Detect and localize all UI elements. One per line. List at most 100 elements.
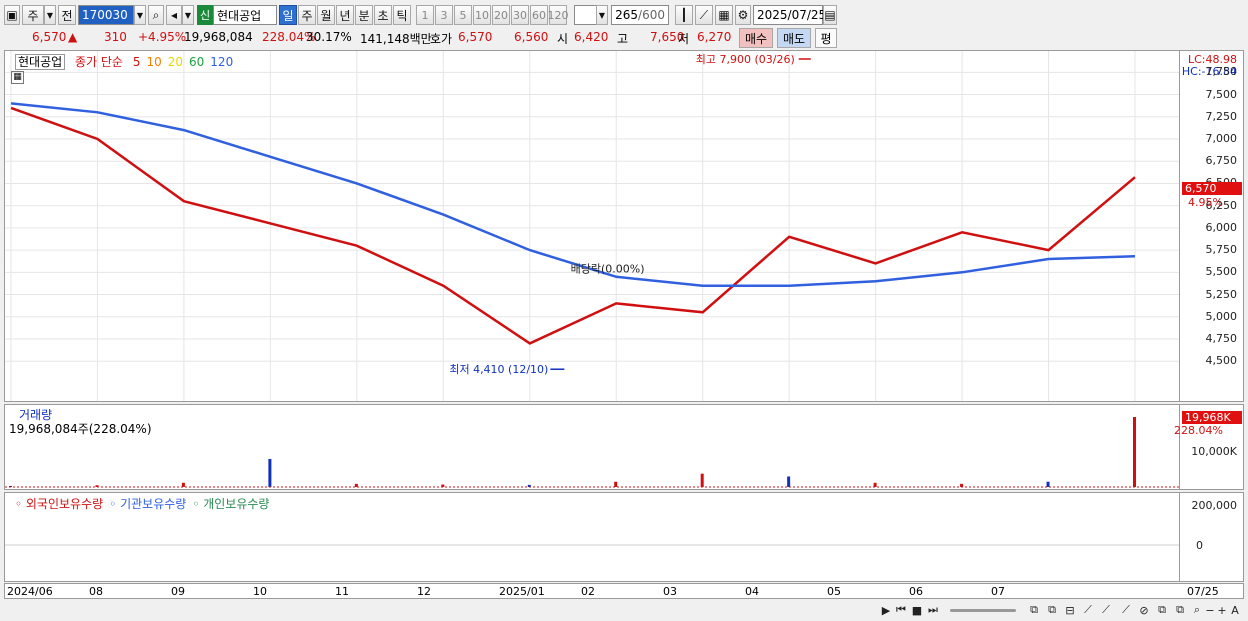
multiplier-button-3[interactable]: 3 — [435, 5, 453, 25]
date-tick-9: 04 — [745, 585, 759, 598]
font-size-icon[interactable]: A — [1228, 602, 1242, 618]
date-tick-12: 07 — [991, 585, 1005, 598]
layers-icon[interactable]: ⧉ — [1044, 602, 1060, 618]
speaker-dropdown-icon[interactable]: ▼ — [182, 5, 194, 25]
date-tick-10: 05 — [827, 585, 841, 598]
date-tick-3: 10 — [253, 585, 267, 598]
legend-series-label: 종가 단순 — [75, 55, 123, 69]
low-price: 6,270 — [697, 30, 732, 44]
play-icon[interactable]: ▶ — [880, 602, 892, 618]
period-button-2[interactable]: 월 — [317, 5, 335, 25]
ask-price: 6,570 — [458, 30, 493, 44]
period-button-1[interactable]: 주 — [298, 5, 316, 25]
search-icon[interactable]: ⌕ — [148, 5, 164, 25]
date-tick-11: 06 — [909, 585, 923, 598]
chevron-down-icon[interactable]: ▼ — [44, 5, 56, 25]
layout-icon[interactable]: ▣ — [4, 5, 20, 25]
trade-amount: 141,148백만 — [360, 32, 432, 46]
high-note: 최고 7,900 (03/26) — [696, 53, 795, 66]
price-tick-3: 7,000 — [1205, 132, 1238, 145]
open-label: 시 — [557, 32, 569, 46]
table-icon[interactable]: ▦ — [11, 71, 24, 84]
date-tick-5: 12 — [417, 585, 431, 598]
speaker-icon[interactable]: ◂ — [166, 5, 182, 25]
ma-legend-10: 10 — [146, 55, 162, 69]
legend-stock-name[interactable]: 현대공업 — [15, 54, 66, 70]
toolbar: ▣ 주 ▼ 전 170030 ▼ ⌕ ◂ ▼ 신 현대공업 일주월년분초틱 13… — [0, 4, 1248, 26]
gear-icon[interactable]: ⚙ — [735, 5, 751, 25]
price-tick-0: 7,750 — [1205, 65, 1238, 79]
last-volume-pct: 228.04% — [1174, 424, 1223, 437]
date-value: 2025/07/25 — [757, 8, 827, 22]
volume-bar — [614, 481, 618, 487]
date-tick-7: 02 — [581, 585, 595, 598]
volume-panel[interactable]: 거래량 19,968,084주(228.04%) — [4, 404, 1180, 490]
period-button-5[interactable]: 초 — [374, 5, 392, 25]
multiplier-button-60[interactable]: 60 — [530, 5, 548, 25]
period-button-0[interactable]: 일 — [279, 5, 297, 25]
forward-icon[interactable]: ⏭ — [926, 602, 940, 618]
multiplier-button-5[interactable]: 5 — [454, 5, 472, 25]
multiplier-button-10[interactable]: 10 — [473, 5, 491, 25]
zoom-in-icon[interactable]: + — [1216, 602, 1228, 618]
date-input[interactable]: 2025/07/25 — [753, 5, 827, 25]
code-dropdown-icon[interactable]: ▼ — [134, 5, 146, 25]
eval-button[interactable]: 평 — [815, 28, 837, 48]
stop-icon[interactable]: ■ — [910, 602, 924, 618]
date-tick-4: 11 — [335, 585, 349, 598]
date-tick-0: 2024/06 — [7, 585, 53, 598]
price-tick-8: 5,750 — [1205, 243, 1238, 257]
window-icon[interactable]: ⧉ — [1154, 602, 1170, 618]
sell-button[interactable]: 매도 — [777, 28, 811, 48]
count-field[interactable]: 265/600 — [611, 5, 669, 25]
ma-line-120 — [10, 102, 1136, 287]
calendar-icon[interactable]: ▤ — [823, 5, 837, 25]
period-button-6[interactable]: 틱 — [393, 5, 411, 25]
export-icon[interactable]: ⧉ — [1172, 602, 1188, 618]
line-icon[interactable]: ⟋ — [1098, 602, 1114, 618]
stock-name-field[interactable]: 현대공업 — [213, 5, 277, 25]
price-chart-panel[interactable]: 최고 7,900 (03/26) 최저 4,410 (12/10) 배당락(0.00… — [4, 50, 1180, 402]
market-select[interactable]: 주 — [22, 5, 44, 25]
copy-icon[interactable]: ⧉ — [1026, 602, 1042, 618]
tools-icon[interactable]: ⊘ — [1136, 602, 1152, 618]
multiplier-button-120[interactable]: 120 — [548, 5, 569, 25]
current-price: 6,570 — [32, 30, 67, 44]
price-tick-2: 7,250 — [1205, 109, 1238, 123]
volume-chart-svg — [5, 417, 1179, 488]
scroll-slider[interactable] — [948, 602, 1018, 618]
zoom-icon[interactable]: ⌕ — [1190, 602, 1204, 618]
period-button-3[interactable]: 년 — [336, 5, 354, 25]
price-tick-9: 5,500 — [1205, 265, 1238, 279]
compare-icon[interactable]: ⊟ — [1062, 602, 1078, 618]
dividend-note: 배당락(0.00%) — [571, 262, 645, 275]
period-button-4[interactable]: 분 — [355, 5, 373, 25]
indicator-icon[interactable]: ⟋ — [1118, 602, 1134, 618]
grid-icon[interactable]: ▦ — [715, 5, 733, 25]
prev-button[interactable]: 전 — [58, 5, 76, 25]
multiplier-button-1[interactable]: 1 — [416, 5, 434, 25]
stock-code-value: 170030 — [82, 8, 128, 22]
multiplier-button-30[interactable]: 30 — [511, 5, 529, 25]
stock-code-input[interactable]: 170030 — [78, 5, 134, 25]
volume-bar — [787, 476, 791, 487]
rewind-icon[interactable]: ⏮ — [894, 602, 908, 618]
holding-panel[interactable]: ◦ 외국인보유수량 ◦ 기관보유수량 ◦ 개인보유수량 — [4, 492, 1180, 582]
buy-button[interactable]: 매수 — [739, 28, 773, 48]
zoom-out-icon[interactable]: − — [1204, 602, 1216, 618]
open-price: 6,420 — [574, 30, 609, 44]
ma-legend-5: 5 — [132, 55, 141, 69]
draw-icon[interactable]: ⟋ — [695, 5, 713, 25]
multiplier-button-20[interactable]: 20 — [492, 5, 510, 25]
trend-icon[interactable]: ⟋ — [1080, 602, 1096, 618]
price-tick-4: 6,750 — [1205, 154, 1238, 168]
custom-period-dropdown-icon[interactable]: ▼ — [596, 5, 608, 25]
candle-icon[interactable]: ┃ — [675, 5, 693, 25]
eval-label: 평 — [820, 31, 832, 46]
date-axis: 2024/06 08 09 10 11 12 2025/01 02 03 04 05 06 07 07/2… — [4, 583, 1244, 599]
up-arrow-icon: ▲ — [68, 30, 78, 44]
stock-name: 현대공업 — [217, 8, 262, 23]
holding-legend-2: ◦ 개인보유수량 — [192, 497, 270, 511]
date-tick-13: 07/25 — [1187, 585, 1219, 598]
volume-value: 19,968,084 — [184, 30, 253, 44]
